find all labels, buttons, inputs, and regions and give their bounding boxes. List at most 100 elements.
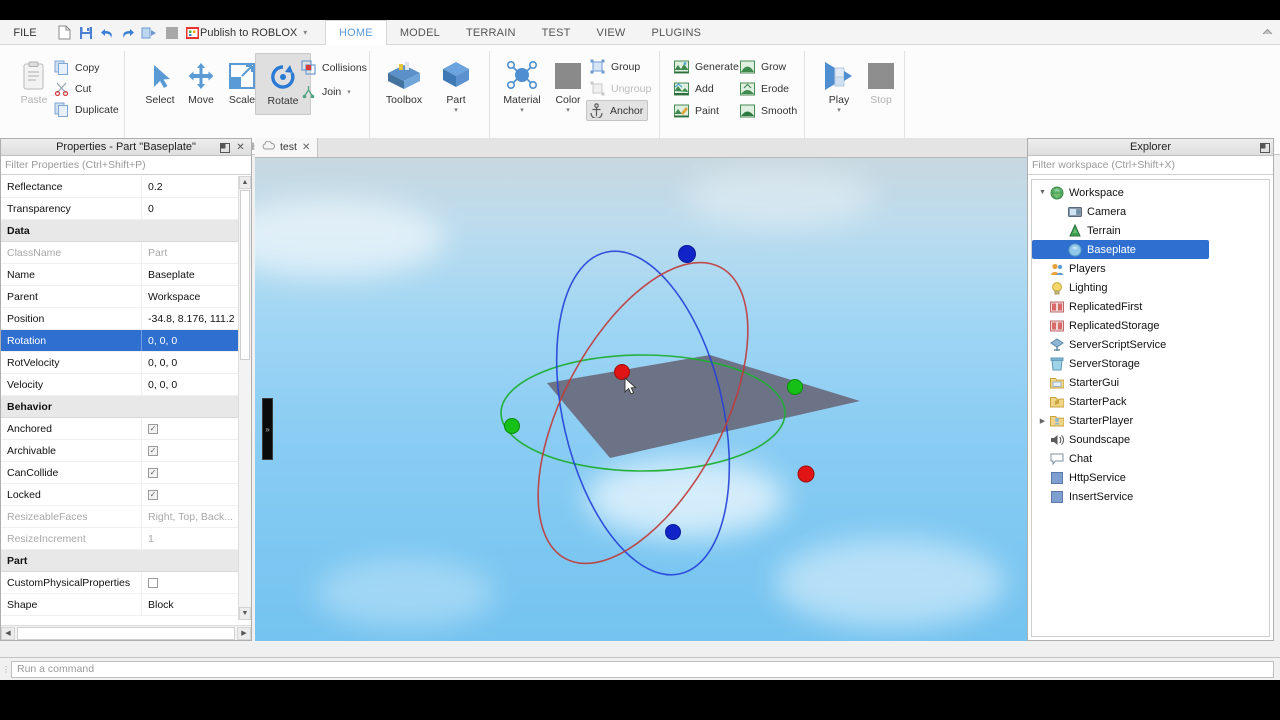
explorer-item-startergui[interactable]: StarterGui (1032, 373, 1269, 392)
left-panel-collapse-handle[interactable]: » (262, 398, 273, 460)
duplicate-button[interactable]: Duplicate (52, 99, 119, 120)
chevron-down-icon[interactable]: ▾ (837, 107, 841, 114)
part-button[interactable]: Part ▾ (428, 53, 484, 114)
properties-scroll-thumb[interactable] (240, 190, 250, 360)
group-button[interactable]: Group (588, 56, 640, 77)
close-icon[interactable]: ✕ (302, 142, 310, 153)
property-value[interactable]: 0, 0, 0 (141, 330, 251, 351)
properties-filter-input[interactable]: Filter Properties (Ctrl+Shift+P) (1, 156, 251, 175)
explorer-item-players[interactable]: Players (1032, 259, 1269, 278)
properties-close-button[interactable]: ✕ (234, 141, 247, 154)
properties-scroll-right-button[interactable]: ▶ (237, 626, 251, 640)
cut-button[interactable]: Cut (52, 78, 91, 99)
chevron-right-icon[interactable]: ▶ (1036, 417, 1049, 425)
explorer-item-chat[interactable]: Chat (1032, 449, 1269, 468)
explorer-item-terrain[interactable]: Terrain (1032, 221, 1269, 240)
ribbon-tab-view[interactable]: VIEW (584, 20, 639, 45)
paint-terrain-button[interactable]: Paint (672, 100, 719, 121)
explorer-item-replicatedfirst[interactable]: ReplicatedFirst (1032, 297, 1269, 316)
explorer-item-camera[interactable]: Camera (1032, 202, 1269, 221)
ribbon-tab-plugins[interactable]: PLUGINS (638, 20, 714, 45)
explorer-item-soundscape[interactable]: Soundscape (1032, 430, 1269, 449)
stop-icon[interactable] (162, 23, 181, 42)
undo-icon[interactable] (97, 23, 116, 42)
add-terrain-button[interactable]: Add (672, 78, 714, 99)
property-row[interactable]: Transparency 0 (1, 198, 251, 220)
toolbox-button[interactable]: Toolbox (376, 53, 432, 106)
rotate-gizmo[interactable] (255, 158, 1027, 641)
publish-to-roblox-button[interactable]: Publish to ROBLOX ▾ (200, 23, 307, 42)
property-category-row[interactable]: Part (1, 550, 251, 572)
property-row[interactable]: Reflectance 0.2 (1, 176, 251, 198)
ribbon-tab-terrain[interactable]: TERRAIN (453, 20, 529, 45)
property-row[interactable]: ResizeIncrement 1 (1, 528, 251, 550)
property-value[interactable]: Workspace (141, 286, 251, 307)
property-value[interactable]: ✓ (141, 462, 251, 483)
viewport-tab-test[interactable]: test ✕ (255, 138, 319, 157)
property-row[interactable]: Locked ✓ (1, 484, 251, 506)
erode-button[interactable]: Erode (738, 78, 789, 99)
anchor-button[interactable]: Anchor (586, 100, 649, 121)
property-value[interactable] (141, 572, 251, 593)
property-value[interactable]: Block (141, 594, 251, 615)
properties-scroll-down-button[interactable]: ▼ (239, 607, 251, 620)
copy-button[interactable]: Copy (52, 57, 100, 78)
explorer-item-starterpack[interactable]: StarterPack (1032, 392, 1269, 411)
property-value[interactable]: ✓ (141, 440, 251, 461)
ribbon-collapse-button[interactable] (1260, 25, 1274, 39)
ribbon-tab-home[interactable]: HOME (325, 20, 387, 45)
ribbon-tab-test[interactable]: TEST (529, 20, 584, 45)
property-row[interactable]: Name Baseplate (1, 264, 251, 286)
property-category-row[interactable]: Behavior (1, 396, 251, 418)
property-value[interactable]: -34.8, 8.176, 111.2 (141, 308, 251, 329)
chevron-down-icon[interactable]: ▾ (347, 88, 351, 96)
properties-horizontal-scrollbar[interactable]: ◀ ▶ (1, 625, 251, 640)
file-menu-button[interactable]: FILE (6, 22, 44, 43)
property-row[interactable]: Shape Block (1, 594, 251, 616)
chevron-down-icon[interactable]: ▾ (566, 107, 570, 114)
property-value[interactable]: ✓ (141, 418, 251, 439)
3d-viewport[interactable]: Y X Z (255, 158, 1027, 641)
explorer-item-baseplate[interactable]: Baseplate (1032, 240, 1209, 259)
property-value[interactable]: 0, 0, 0 (141, 374, 251, 395)
property-category-row[interactable]: Data (1, 220, 251, 242)
explorer-item-insertservice[interactable]: InsertService (1032, 487, 1269, 506)
properties-hscroll-thumb[interactable] (17, 626, 235, 640)
chevron-down-icon[interactable]: ▼ (1036, 189, 1049, 196)
ribbon-tab-model[interactable]: MODEL (387, 20, 453, 45)
property-row[interactable]: RotVelocity 0, 0, 0 (1, 352, 251, 374)
property-row[interactable]: Rotation 0, 0, 0 (1, 330, 251, 352)
ungroup-button[interactable]: Ungroup (588, 78, 651, 99)
explorer-item-starterplayer[interactable]: ▶ StarterPlayer (1032, 411, 1269, 430)
explorer-pin-button[interactable] (1258, 141, 1271, 154)
checkbox-icon[interactable]: ✓ (148, 445, 158, 456)
explorer-item-httpservice[interactable]: HttpService (1032, 468, 1269, 487)
grow-button[interactable]: Grow (738, 56, 786, 77)
property-row[interactable]: Anchored ✓ (1, 418, 251, 440)
properties-vertical-scrollbar[interactable]: ▲ ▼ (238, 176, 251, 620)
property-row[interactable]: Velocity 0, 0, 0 (1, 374, 251, 396)
property-value[interactable]: Part (141, 242, 251, 263)
property-row[interactable]: Parent Workspace (1, 286, 251, 308)
generate-button[interactable]: Generate (672, 56, 739, 77)
property-value[interactable]: Baseplate (141, 264, 251, 285)
join-button[interactable]: Join ▾ (299, 81, 351, 102)
property-row[interactable]: Position -34.8, 8.176, 111.2 (1, 308, 251, 330)
checkbox-icon[interactable] (148, 577, 158, 588)
explorer-item-workspace[interactable]: ▼ Workspace (1032, 183, 1269, 202)
properties-scroll-left-button[interactable]: ◀ (1, 626, 15, 640)
property-value[interactable]: 0 (141, 198, 251, 219)
property-row[interactable]: Archivable ✓ (1, 440, 251, 462)
properties-scroll-up-button[interactable]: ▲ (239, 176, 251, 189)
property-row[interactable]: ClassName Part (1, 242, 251, 264)
chevron-down-icon[interactable]: ▾ (454, 107, 458, 114)
command-input[interactable]: Run a command (11, 660, 1274, 678)
property-value[interactable]: 0, 0, 0 (141, 352, 251, 373)
properties-pin-button[interactable] (218, 141, 231, 154)
save-icon[interactable] (76, 23, 95, 42)
property-value[interactable]: 1 (141, 528, 251, 549)
property-row[interactable]: CustomPhysicalProperties (1, 572, 251, 594)
explorer-item-replicatedstorage[interactable]: ReplicatedStorage (1032, 316, 1269, 335)
property-value[interactable]: ✓ (141, 484, 251, 505)
checkbox-icon[interactable]: ✓ (148, 423, 158, 434)
